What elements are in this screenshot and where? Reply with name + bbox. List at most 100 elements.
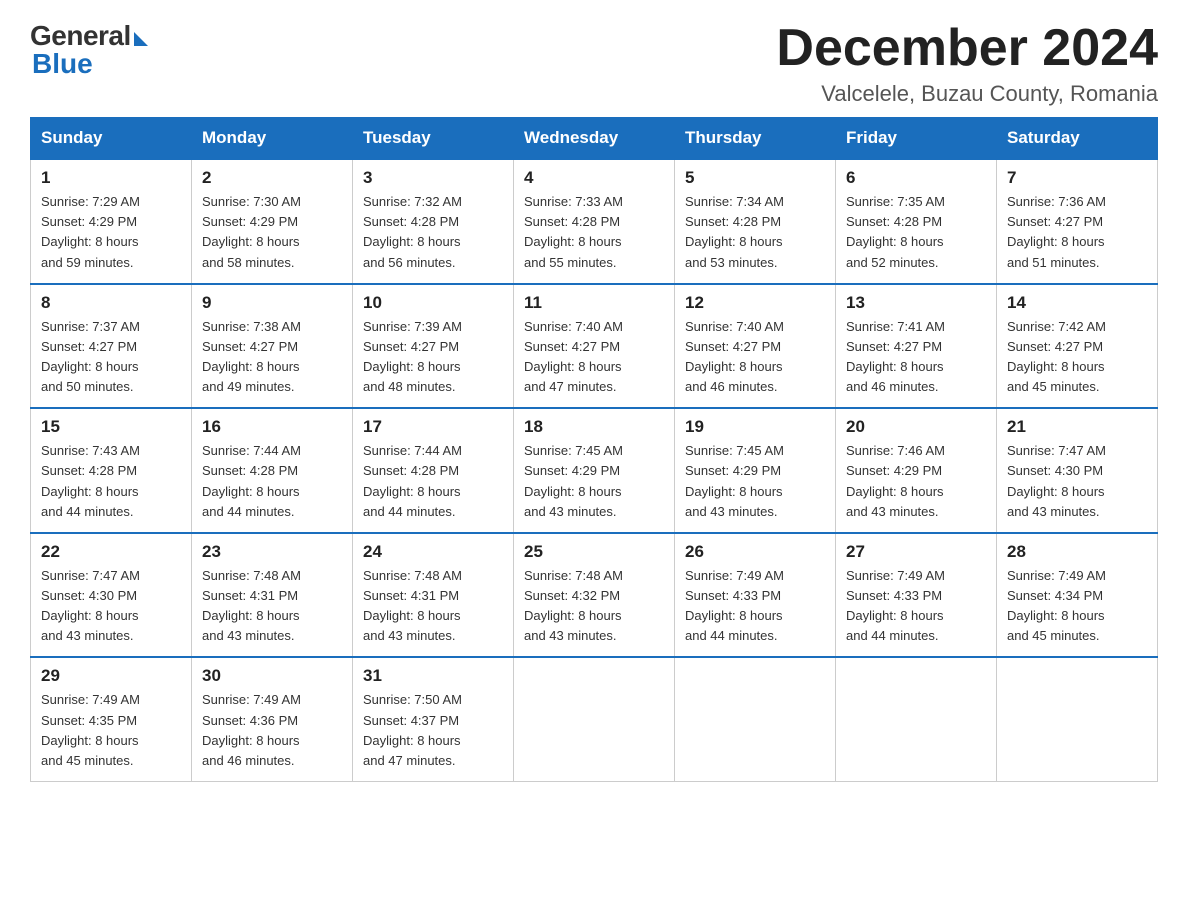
day-number: 5 [685, 168, 825, 188]
calendar-day-cell: 8 Sunrise: 7:37 AMSunset: 4:27 PMDayligh… [31, 284, 192, 409]
calendar-empty-cell [997, 657, 1158, 781]
calendar-empty-cell [514, 657, 675, 781]
day-info: Sunrise: 7:49 AMSunset: 4:34 PMDaylight:… [1007, 568, 1106, 643]
calendar-day-cell: 15 Sunrise: 7:43 AMSunset: 4:28 PMDaylig… [31, 408, 192, 533]
day-number: 16 [202, 417, 342, 437]
day-number: 20 [846, 417, 986, 437]
calendar-day-cell: 26 Sunrise: 7:49 AMSunset: 4:33 PMDaylig… [675, 533, 836, 658]
day-number: 1 [41, 168, 181, 188]
calendar-day-cell: 18 Sunrise: 7:45 AMSunset: 4:29 PMDaylig… [514, 408, 675, 533]
logo-blue-text: Blue [30, 48, 93, 80]
day-number: 24 [363, 542, 503, 562]
day-number: 9 [202, 293, 342, 313]
calendar-day-cell: 27 Sunrise: 7:49 AMSunset: 4:33 PMDaylig… [836, 533, 997, 658]
day-number: 2 [202, 168, 342, 188]
calendar-day-cell: 10 Sunrise: 7:39 AMSunset: 4:27 PMDaylig… [353, 284, 514, 409]
day-info: Sunrise: 7:45 AMSunset: 4:29 PMDaylight:… [685, 443, 784, 518]
calendar-day-cell: 20 Sunrise: 7:46 AMSunset: 4:29 PMDaylig… [836, 408, 997, 533]
day-info: Sunrise: 7:44 AMSunset: 4:28 PMDaylight:… [363, 443, 462, 518]
page-header: General Blue December 2024 Valcelele, Bu… [30, 20, 1158, 107]
day-number: 10 [363, 293, 503, 313]
calendar-day-cell: 16 Sunrise: 7:44 AMSunset: 4:28 PMDaylig… [192, 408, 353, 533]
day-number: 14 [1007, 293, 1147, 313]
day-info: Sunrise: 7:35 AMSunset: 4:28 PMDaylight:… [846, 194, 945, 269]
day-info: Sunrise: 7:49 AMSunset: 4:35 PMDaylight:… [41, 692, 140, 767]
calendar-week-row: 29 Sunrise: 7:49 AMSunset: 4:35 PMDaylig… [31, 657, 1158, 781]
calendar-empty-cell [675, 657, 836, 781]
calendar-day-cell: 6 Sunrise: 7:35 AMSunset: 4:28 PMDayligh… [836, 159, 997, 284]
day-info: Sunrise: 7:49 AMSunset: 4:33 PMDaylight:… [685, 568, 784, 643]
day-info: Sunrise: 7:46 AMSunset: 4:29 PMDaylight:… [846, 443, 945, 518]
day-info: Sunrise: 7:36 AMSunset: 4:27 PMDaylight:… [1007, 194, 1106, 269]
calendar-day-cell: 4 Sunrise: 7:33 AMSunset: 4:28 PMDayligh… [514, 159, 675, 284]
day-number: 27 [846, 542, 986, 562]
day-info: Sunrise: 7:43 AMSunset: 4:28 PMDaylight:… [41, 443, 140, 518]
day-info: Sunrise: 7:45 AMSunset: 4:29 PMDaylight:… [524, 443, 623, 518]
calendar-week-row: 15 Sunrise: 7:43 AMSunset: 4:28 PMDaylig… [31, 408, 1158, 533]
weekday-header-saturday: Saturday [997, 118, 1158, 160]
day-number: 31 [363, 666, 503, 686]
day-number: 8 [41, 293, 181, 313]
calendar-day-cell: 9 Sunrise: 7:38 AMSunset: 4:27 PMDayligh… [192, 284, 353, 409]
calendar-day-cell: 5 Sunrise: 7:34 AMSunset: 4:28 PMDayligh… [675, 159, 836, 284]
day-info: Sunrise: 7:41 AMSunset: 4:27 PMDaylight:… [846, 319, 945, 394]
day-number: 4 [524, 168, 664, 188]
day-info: Sunrise: 7:48 AMSunset: 4:31 PMDaylight:… [363, 568, 462, 643]
calendar-day-cell: 1 Sunrise: 7:29 AMSunset: 4:29 PMDayligh… [31, 159, 192, 284]
weekday-header-sunday: Sunday [31, 118, 192, 160]
weekday-header-thursday: Thursday [675, 118, 836, 160]
day-info: Sunrise: 7:37 AMSunset: 4:27 PMDaylight:… [41, 319, 140, 394]
day-number: 15 [41, 417, 181, 437]
calendar-day-cell: 25 Sunrise: 7:48 AMSunset: 4:32 PMDaylig… [514, 533, 675, 658]
calendar-day-cell: 14 Sunrise: 7:42 AMSunset: 4:27 PMDaylig… [997, 284, 1158, 409]
calendar-day-cell: 3 Sunrise: 7:32 AMSunset: 4:28 PMDayligh… [353, 159, 514, 284]
calendar-day-cell: 17 Sunrise: 7:44 AMSunset: 4:28 PMDaylig… [353, 408, 514, 533]
calendar-day-cell: 13 Sunrise: 7:41 AMSunset: 4:27 PMDaylig… [836, 284, 997, 409]
day-info: Sunrise: 7:48 AMSunset: 4:32 PMDaylight:… [524, 568, 623, 643]
calendar-week-row: 8 Sunrise: 7:37 AMSunset: 4:27 PMDayligh… [31, 284, 1158, 409]
day-number: 26 [685, 542, 825, 562]
day-info: Sunrise: 7:34 AMSunset: 4:28 PMDaylight:… [685, 194, 784, 269]
day-info: Sunrise: 7:50 AMSunset: 4:37 PMDaylight:… [363, 692, 462, 767]
day-number: 7 [1007, 168, 1147, 188]
day-info: Sunrise: 7:40 AMSunset: 4:27 PMDaylight:… [685, 319, 784, 394]
day-number: 23 [202, 542, 342, 562]
day-info: Sunrise: 7:44 AMSunset: 4:28 PMDaylight:… [202, 443, 301, 518]
calendar-day-cell: 11 Sunrise: 7:40 AMSunset: 4:27 PMDaylig… [514, 284, 675, 409]
calendar-day-cell: 24 Sunrise: 7:48 AMSunset: 4:31 PMDaylig… [353, 533, 514, 658]
calendar-day-cell: 28 Sunrise: 7:49 AMSunset: 4:34 PMDaylig… [997, 533, 1158, 658]
calendar-day-cell: 23 Sunrise: 7:48 AMSunset: 4:31 PMDaylig… [192, 533, 353, 658]
calendar-day-cell: 19 Sunrise: 7:45 AMSunset: 4:29 PMDaylig… [675, 408, 836, 533]
day-number: 3 [363, 168, 503, 188]
day-info: Sunrise: 7:49 AMSunset: 4:36 PMDaylight:… [202, 692, 301, 767]
day-number: 17 [363, 417, 503, 437]
calendar-empty-cell [836, 657, 997, 781]
logo-arrow-icon [134, 32, 148, 46]
calendar-day-cell: 2 Sunrise: 7:30 AMSunset: 4:29 PMDayligh… [192, 159, 353, 284]
day-info: Sunrise: 7:47 AMSunset: 4:30 PMDaylight:… [1007, 443, 1106, 518]
weekday-header-monday: Monday [192, 118, 353, 160]
day-info: Sunrise: 7:47 AMSunset: 4:30 PMDaylight:… [41, 568, 140, 643]
calendar-day-cell: 21 Sunrise: 7:47 AMSunset: 4:30 PMDaylig… [997, 408, 1158, 533]
day-number: 21 [1007, 417, 1147, 437]
day-number: 18 [524, 417, 664, 437]
calendar-day-cell: 12 Sunrise: 7:40 AMSunset: 4:27 PMDaylig… [675, 284, 836, 409]
day-info: Sunrise: 7:42 AMSunset: 4:27 PMDaylight:… [1007, 319, 1106, 394]
day-info: Sunrise: 7:49 AMSunset: 4:33 PMDaylight:… [846, 568, 945, 643]
weekday-header-row: SundayMondayTuesdayWednesdayThursdayFrid… [31, 118, 1158, 160]
day-number: 29 [41, 666, 181, 686]
location-title: Valcelele, Buzau County, Romania [776, 81, 1158, 107]
day-info: Sunrise: 7:38 AMSunset: 4:27 PMDaylight:… [202, 319, 301, 394]
day-info: Sunrise: 7:48 AMSunset: 4:31 PMDaylight:… [202, 568, 301, 643]
weekday-header-wednesday: Wednesday [514, 118, 675, 160]
logo: General Blue [30, 20, 148, 80]
calendar-day-cell: 31 Sunrise: 7:50 AMSunset: 4:37 PMDaylig… [353, 657, 514, 781]
day-info: Sunrise: 7:29 AMSunset: 4:29 PMDaylight:… [41, 194, 140, 269]
weekday-header-tuesday: Tuesday [353, 118, 514, 160]
day-info: Sunrise: 7:32 AMSunset: 4:28 PMDaylight:… [363, 194, 462, 269]
day-info: Sunrise: 7:40 AMSunset: 4:27 PMDaylight:… [524, 319, 623, 394]
calendar-week-row: 22 Sunrise: 7:47 AMSunset: 4:30 PMDaylig… [31, 533, 1158, 658]
day-info: Sunrise: 7:39 AMSunset: 4:27 PMDaylight:… [363, 319, 462, 394]
day-number: 22 [41, 542, 181, 562]
day-number: 30 [202, 666, 342, 686]
